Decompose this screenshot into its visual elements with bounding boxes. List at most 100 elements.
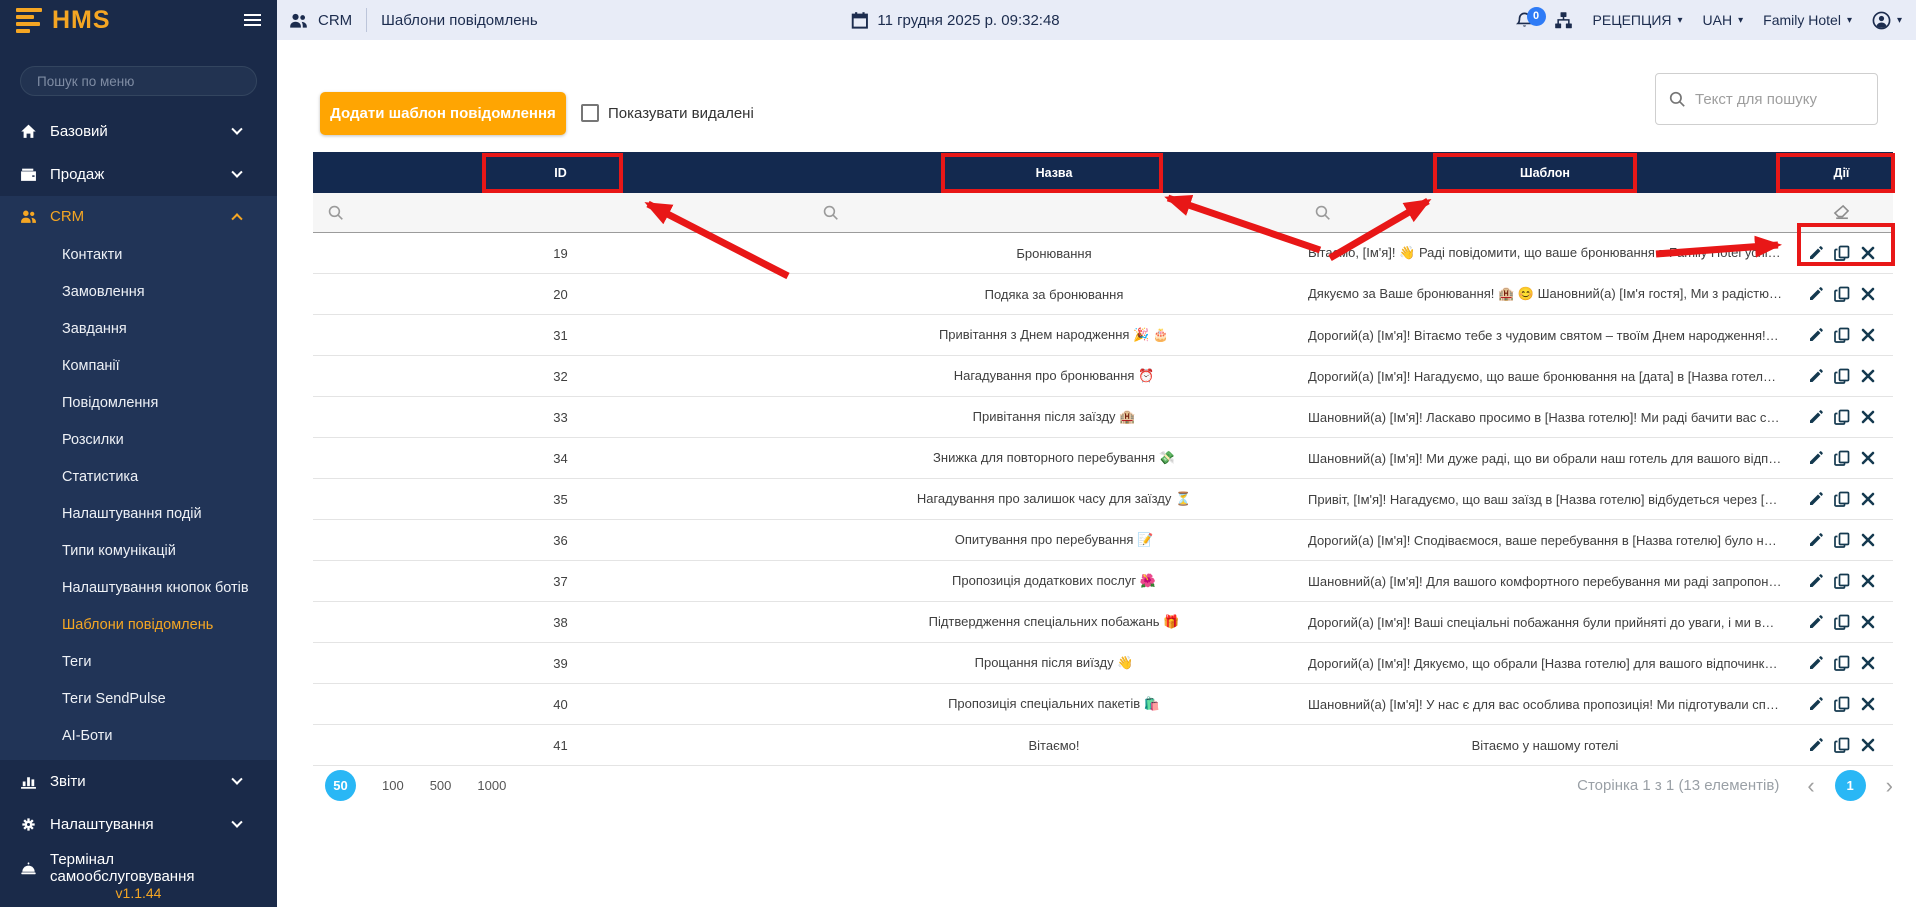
table-row[interactable]: 36 Опитування про перебування 📝 Дорогий(… bbox=[313, 520, 1893, 561]
copy-icon[interactable] bbox=[1834, 327, 1850, 343]
show-deleted-checkbox[interactable] bbox=[581, 104, 599, 122]
sidebar-item[interactable]: Продаж bbox=[0, 153, 277, 196]
column-header[interactable]: Назва bbox=[808, 152, 1300, 193]
notifications-button[interactable]: 0 bbox=[1515, 11, 1534, 30]
delete-icon[interactable] bbox=[1860, 573, 1876, 589]
sidebar-subitem[interactable]: AI-Боти bbox=[0, 717, 277, 754]
column-header[interactable]: Дії bbox=[1790, 152, 1893, 193]
sidebar-item-crm[interactable]: CRM bbox=[0, 196, 277, 236]
copy-icon[interactable] bbox=[1834, 573, 1850, 589]
delete-icon[interactable] bbox=[1860, 614, 1876, 630]
add-template-button[interactable]: Додати шаблон повідомлення bbox=[320, 92, 566, 135]
table-row[interactable]: 35 Нагадування про залишок часу для заїз… bbox=[313, 479, 1893, 520]
sidebar-subitem[interactable]: Статистика bbox=[0, 458, 277, 495]
page-size-option[interactable]: 50 bbox=[325, 770, 356, 801]
delete-icon[interactable] bbox=[1860, 327, 1876, 343]
delete-icon[interactable] bbox=[1860, 286, 1876, 302]
sidebar-subitem[interactable]: Замовлення bbox=[0, 273, 277, 310]
name-filter[interactable] bbox=[808, 193, 1300, 232]
sidebar-subitem-label: Теги bbox=[62, 654, 92, 670]
edit-icon[interactable] bbox=[1808, 286, 1824, 302]
delete-icon[interactable] bbox=[1860, 450, 1876, 466]
edit-icon[interactable] bbox=[1808, 409, 1824, 425]
delete-icon[interactable] bbox=[1860, 737, 1876, 753]
edit-icon[interactable] bbox=[1808, 491, 1824, 507]
delete-icon[interactable] bbox=[1860, 655, 1876, 671]
edit-icon[interactable] bbox=[1808, 327, 1824, 343]
copy-icon[interactable] bbox=[1834, 491, 1850, 507]
sidebar-subitem[interactable]: Типи комунікацій bbox=[0, 532, 277, 569]
copy-icon[interactable] bbox=[1834, 655, 1850, 671]
edit-icon[interactable] bbox=[1808, 655, 1824, 671]
delete-icon[interactable] bbox=[1860, 696, 1876, 712]
next-page-icon[interactable]: › bbox=[1886, 775, 1893, 797]
sidebar-item[interactable]: Базовий bbox=[0, 110, 277, 153]
sidebar-subitem[interactable]: Теги bbox=[0, 643, 277, 680]
prev-page-icon[interactable]: ‹ bbox=[1807, 775, 1814, 797]
template-filter[interactable] bbox=[1300, 193, 1790, 232]
current-page-button[interactable]: 1 bbox=[1835, 770, 1866, 801]
breadcrumb-module[interactable]: CRM bbox=[318, 12, 352, 29]
column-header[interactable]: Шаблон bbox=[1300, 152, 1790, 193]
collapse-menu-icon[interactable] bbox=[244, 14, 261, 26]
edit-icon[interactable] bbox=[1808, 696, 1824, 712]
table-row[interactable]: 19 Бронювання Вітаємо, [Ім'я]! 👋 Раді по… bbox=[313, 233, 1893, 274]
clear-filters[interactable] bbox=[1790, 193, 1893, 232]
edit-icon[interactable] bbox=[1808, 614, 1824, 630]
delete-icon[interactable] bbox=[1860, 532, 1876, 548]
copy-icon[interactable] bbox=[1834, 245, 1850, 261]
delete-icon[interactable] bbox=[1860, 409, 1876, 425]
sidebar-subitem[interactable]: Компанії bbox=[0, 347, 277, 384]
menu-search-input[interactable] bbox=[20, 66, 257, 96]
sidebar-item[interactable]: Звіти bbox=[0, 760, 277, 803]
topbar-menu[interactable]: РЕЦЕПЦИЯ ▾ bbox=[1593, 12, 1683, 28]
sidebar-subitem[interactable]: Шаблони повідомлень bbox=[0, 606, 277, 643]
copy-icon[interactable] bbox=[1834, 737, 1850, 753]
edit-icon[interactable] bbox=[1808, 450, 1824, 466]
sidebar-item[interactable]: Налаштування bbox=[0, 803, 277, 846]
sidebar-subitem[interactable]: Контакти bbox=[0, 236, 277, 273]
table-row[interactable]: 32 Нагадування про бронювання ⏰ Дорогий(… bbox=[313, 356, 1893, 397]
sidebar-item[interactable]: Термінал самообслуговування bbox=[0, 846, 277, 889]
table-row[interactable]: 37 Пропозиція додаткових послуг 🌺 Шановн… bbox=[313, 561, 1893, 602]
copy-icon[interactable] bbox=[1834, 696, 1850, 712]
table-search-input[interactable] bbox=[1695, 91, 1855, 108]
id-filter[interactable] bbox=[313, 193, 808, 232]
delete-icon[interactable] bbox=[1860, 245, 1876, 261]
sidebar-subitem[interactable]: Завдання bbox=[0, 310, 277, 347]
copy-icon[interactable] bbox=[1834, 286, 1850, 302]
copy-icon[interactable] bbox=[1834, 532, 1850, 548]
edit-icon[interactable] bbox=[1808, 532, 1824, 548]
delete-icon[interactable] bbox=[1860, 491, 1876, 507]
table-row[interactable]: 40 Пропозиція спеціальних пакетів 🛍️ Шан… bbox=[313, 684, 1893, 725]
sidebar-subitem[interactable]: Повідомлення bbox=[0, 384, 277, 421]
table-row[interactable]: 31 Привітання з Днем народження 🎉 🎂 Доро… bbox=[313, 315, 1893, 356]
user-menu[interactable]: ▾ bbox=[1872, 11, 1902, 30]
copy-icon[interactable] bbox=[1834, 450, 1850, 466]
topbar-menu[interactable]: UAH ▾ bbox=[1703, 12, 1744, 28]
edit-icon[interactable] bbox=[1808, 573, 1824, 589]
page-size-option[interactable]: 1000 bbox=[477, 778, 506, 793]
table-row[interactable]: 41 Вітаємо! Вітаємо у нашому готелі bbox=[313, 725, 1893, 766]
table-row[interactable]: 34 Знижка для повторного перебування 💸 Ш… bbox=[313, 438, 1893, 479]
delete-icon[interactable] bbox=[1860, 368, 1876, 384]
table-row[interactable]: 20 Подяка за бронювання Дякуємо за Ваше … bbox=[313, 274, 1893, 315]
sidebar-subitem[interactable]: Налаштування кнопок ботів bbox=[0, 569, 277, 606]
copy-icon[interactable] bbox=[1834, 614, 1850, 630]
page-size-option[interactable]: 100 bbox=[382, 778, 404, 793]
sitemap-icon[interactable] bbox=[1554, 11, 1573, 30]
edit-icon[interactable] bbox=[1808, 368, 1824, 384]
topbar-menu[interactable]: Family Hotel ▾ bbox=[1763, 12, 1852, 28]
sidebar-subitem[interactable]: Налаштування подій bbox=[0, 495, 277, 532]
table-row[interactable]: 38 Підтвердження спеціальних побажань 🎁 … bbox=[313, 602, 1893, 643]
table-row[interactable]: 33 Привітання після заїзду 🏨 Шановний(а)… bbox=[313, 397, 1893, 438]
page-size-option[interactable]: 500 bbox=[430, 778, 452, 793]
column-header[interactable]: ID bbox=[313, 152, 808, 193]
edit-icon[interactable] bbox=[1808, 737, 1824, 753]
copy-icon[interactable] bbox=[1834, 368, 1850, 384]
table-row[interactable]: 39 Прощання після виїзду 👋 Дорогий(а) [І… bbox=[313, 643, 1893, 684]
edit-icon[interactable] bbox=[1808, 245, 1824, 261]
sidebar-subitem[interactable]: Теги SendPulse bbox=[0, 680, 277, 717]
copy-icon[interactable] bbox=[1834, 409, 1850, 425]
sidebar-subitem[interactable]: Розсилки bbox=[0, 421, 277, 458]
